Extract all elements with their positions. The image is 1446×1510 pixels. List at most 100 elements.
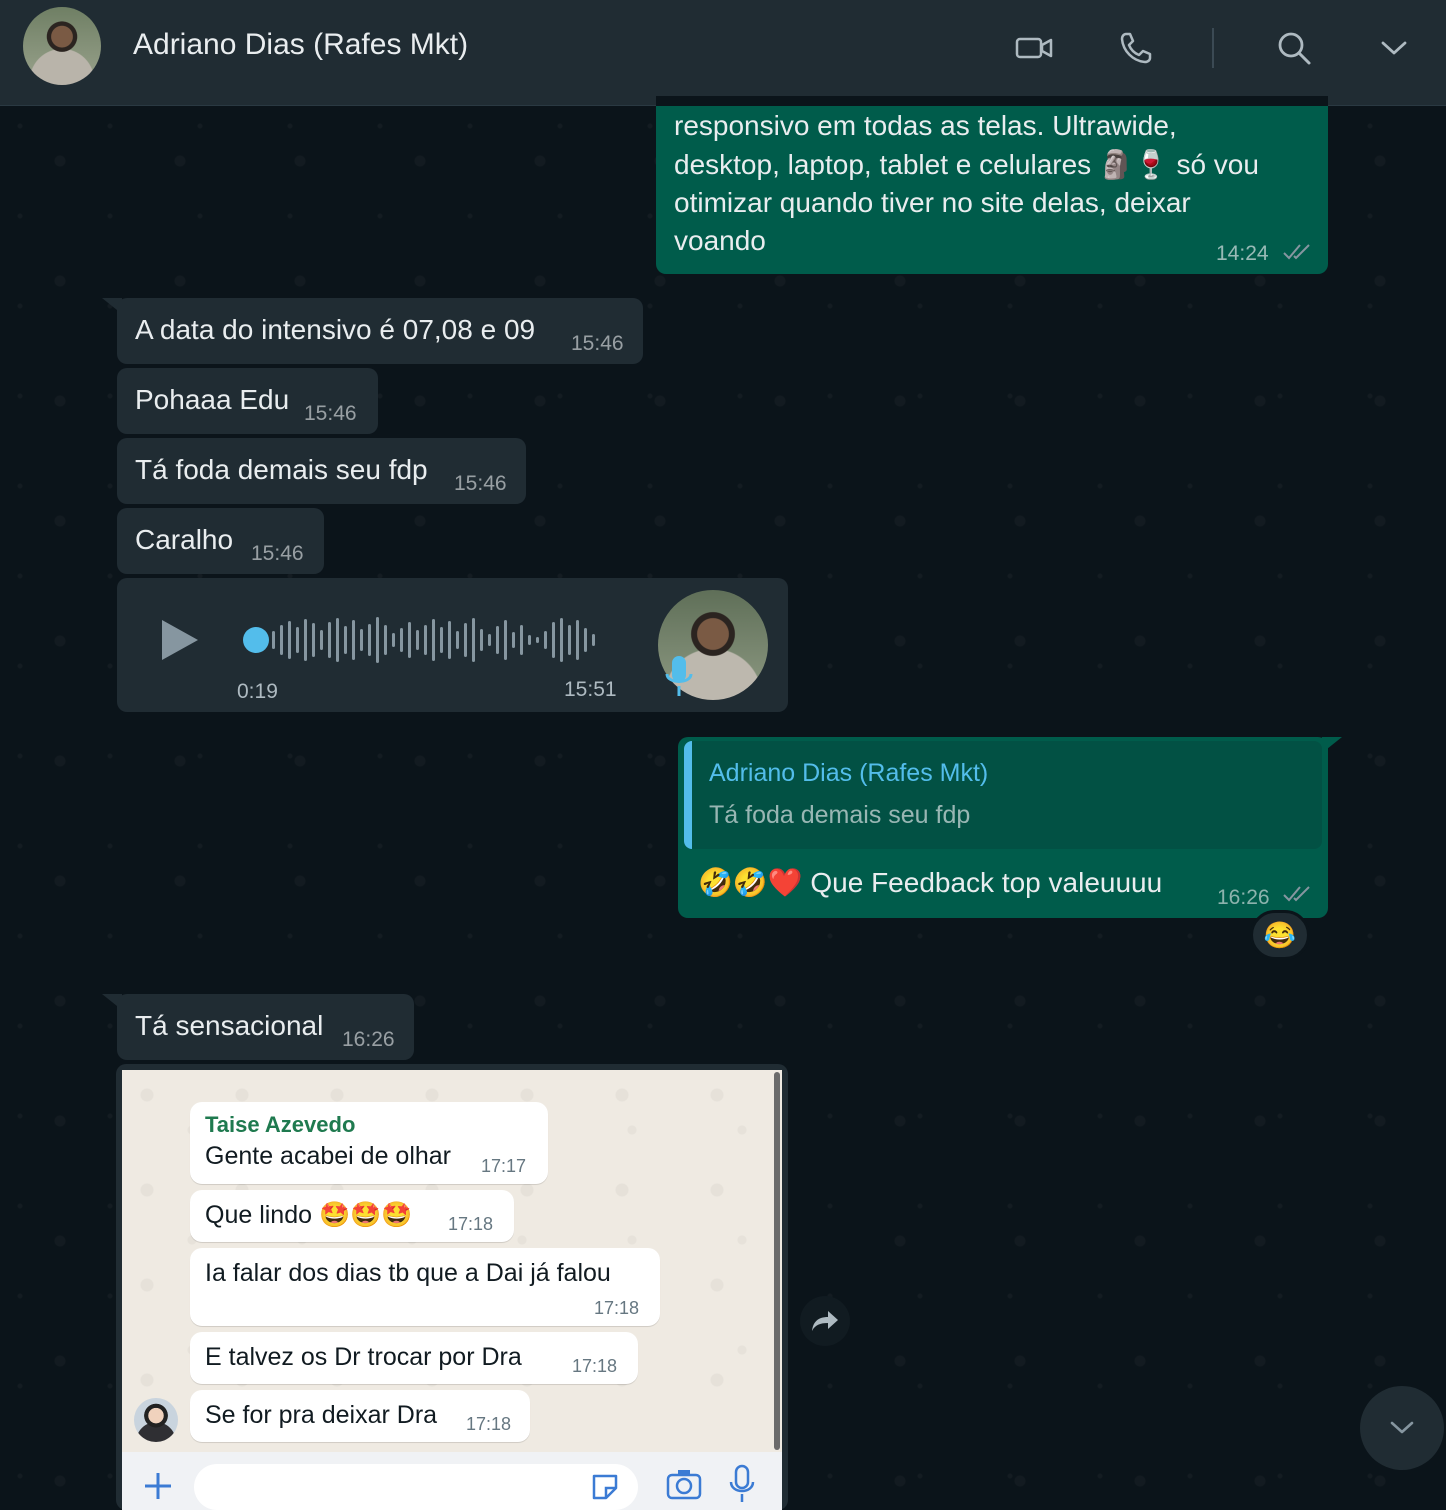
- waveform-bar: [408, 622, 411, 658]
- waveform-bar: [496, 626, 499, 654]
- read-ticks-icon: [1283, 886, 1310, 902]
- screenshot-time: 17:18: [466, 1414, 512, 1434]
- waveform-bar: [304, 619, 307, 661]
- waveform-bar: [592, 634, 595, 646]
- chevron-down-icon[interactable]: [1374, 28, 1414, 68]
- screenshot-bubble: E talvez os Dr trocar por Dra 17:18: [190, 1332, 638, 1384]
- waveform-bar: [568, 625, 571, 655]
- screenshot-avatar: [134, 1398, 178, 1442]
- incoming-message[interactable]: Tá foda demais seu fdp 15:46: [117, 438, 526, 504]
- waveform-bar: [344, 626, 347, 654]
- waveform-bar: [352, 620, 355, 660]
- screenshot-text: Que lindo 🤩🤩🤩: [205, 1201, 413, 1229]
- incoming-message[interactable]: Caralho 15:46: [117, 508, 324, 574]
- plus-icon: [145, 1473, 171, 1499]
- screenshot-text: Gente acabei de olhar: [205, 1142, 452, 1170]
- message-time: 15:46: [304, 402, 357, 425]
- waveform-bar: [424, 625, 427, 655]
- waveform-bar: [464, 623, 467, 657]
- waveform-bar: [320, 630, 323, 650]
- waveform-bar: [448, 621, 451, 659]
- waveform-bar: [520, 625, 523, 655]
- message-time: 15:46: [454, 472, 507, 495]
- waveform-bar: [456, 631, 459, 649]
- message-line: otimizar quando tiver no site delas, dei…: [674, 187, 1191, 218]
- waveform-bar: [528, 635, 531, 645]
- video-call-icon[interactable]: [1015, 28, 1055, 68]
- voice-duration: 0:19: [237, 680, 278, 703]
- camera-icon: [666, 1470, 702, 1500]
- screenshot-composer: [122, 1452, 782, 1510]
- message-text: 🤣🤣❤️ Que Feedback top valeuuuu: [698, 867, 1163, 898]
- scroll-to-bottom-button[interactable]: [1360, 1386, 1444, 1470]
- screenshot-time: 17:17: [481, 1156, 527, 1176]
- waveform-bar: [544, 631, 547, 649]
- message-time: 15:51: [564, 678, 617, 701]
- voice-call-icon[interactable]: [1116, 28, 1156, 68]
- waveform-bar: [440, 627, 443, 653]
- waveform-bar: [296, 627, 299, 653]
- audio-waveform[interactable]: [270, 616, 605, 664]
- waveform-bar: [488, 634, 491, 646]
- waveform-bar: [288, 621, 291, 659]
- forward-icon: [812, 1311, 838, 1331]
- waveform-bar: [552, 622, 555, 658]
- message-time: 14:24: [1216, 242, 1269, 265]
- message-text: Pohaaa Edu: [135, 384, 290, 415]
- waveform-bar: [280, 625, 283, 655]
- waveform-bar: [536, 637, 539, 643]
- waveform-bar: [400, 628, 403, 652]
- search-icon[interactable]: [1274, 28, 1314, 68]
- outgoing-message[interactable]: responsivo em todas as telas. Ultrawide,…: [656, 96, 1328, 274]
- waveform-bar: [472, 618, 475, 662]
- header-divider: [1212, 28, 1214, 68]
- message-line: responsivo em todas as telas. Ultrawide,: [674, 110, 1177, 141]
- quoted-message[interactable]: Adriano Dias (Rafes Mkt) Tá foda demais …: [684, 741, 1322, 849]
- screenshot-text: Ia falar dos dias tb que a Dai já falou: [205, 1259, 611, 1287]
- waveform-bar: [376, 617, 379, 663]
- screenshot-bubble: Taise Azevedo Gente acabei de olhar 17:1…: [190, 1102, 548, 1184]
- message-text: Tá foda demais seu fdp: [135, 454, 428, 485]
- waveform-bar: [584, 628, 587, 652]
- screenshot-time: 17:18: [448, 1214, 494, 1234]
- message-time: 15:46: [251, 542, 304, 565]
- waveform-bar: [272, 631, 275, 649]
- incoming-message[interactable]: A data do intensivo é 07,08 e 09 15:46: [117, 298, 643, 364]
- contact-avatar[interactable]: [23, 7, 101, 85]
- message-text: A data do intensivo é 07,08 e 09: [135, 314, 536, 345]
- quoted-text: Tá foda demais seu fdp: [709, 801, 971, 829]
- screenshot-image[interactable]: Taise Azevedo Gente acabei de olhar 17:1…: [122, 1070, 782, 1510]
- incoming-message[interactable]: Pohaaa Edu 15:46: [117, 368, 378, 434]
- forward-button[interactable]: [800, 1296, 850, 1346]
- waveform-bar: [576, 620, 579, 660]
- quote-bar: [684, 741, 692, 849]
- message-text: Caralho: [135, 524, 234, 555]
- waveform-bar: [392, 633, 395, 647]
- waveform-bar: [480, 629, 483, 651]
- reaction-badge[interactable]: 😂: [1250, 910, 1310, 960]
- read-ticks-icon: [1283, 244, 1310, 260]
- screenshot-bubble: Ia falar dos dias tb que a Dai já falou …: [190, 1248, 660, 1326]
- sticker-icon: [592, 1474, 618, 1500]
- waveform-bar: [560, 618, 563, 662]
- playback-knob[interactable]: [243, 627, 269, 653]
- waveform-bar: [368, 624, 371, 656]
- chat-header: Adriano Dias (Rafes Mkt): [0, 0, 1446, 106]
- microphone-icon: [729, 1464, 755, 1502]
- quoted-author: Adriano Dias (Rafes Mkt): [709, 759, 989, 787]
- screenshot-text: Se for pra deixar Dra: [205, 1401, 438, 1429]
- message-time: 15:46: [571, 332, 624, 355]
- message-time: 16:26: [342, 1028, 395, 1051]
- screenshot-time: 17:18: [594, 1298, 640, 1318]
- contact-name[interactable]: Adriano Dias (Rafes Mkt): [133, 28, 468, 62]
- incoming-message[interactable]: Tá sensacional 16:26: [117, 994, 414, 1060]
- screenshot-bubble: Que lindo 🤩🤩🤩 17:18: [190, 1190, 514, 1242]
- screenshot-scrollbar: [774, 1072, 780, 1450]
- waveform-bar: [360, 629, 363, 651]
- play-icon[interactable]: [160, 618, 200, 662]
- waveform-bar: [504, 620, 507, 660]
- waveform-bar: [432, 619, 435, 661]
- message-time: 16:26: [1217, 886, 1270, 909]
- waveform-bar: [416, 630, 419, 650]
- message-line: voando: [674, 225, 766, 256]
